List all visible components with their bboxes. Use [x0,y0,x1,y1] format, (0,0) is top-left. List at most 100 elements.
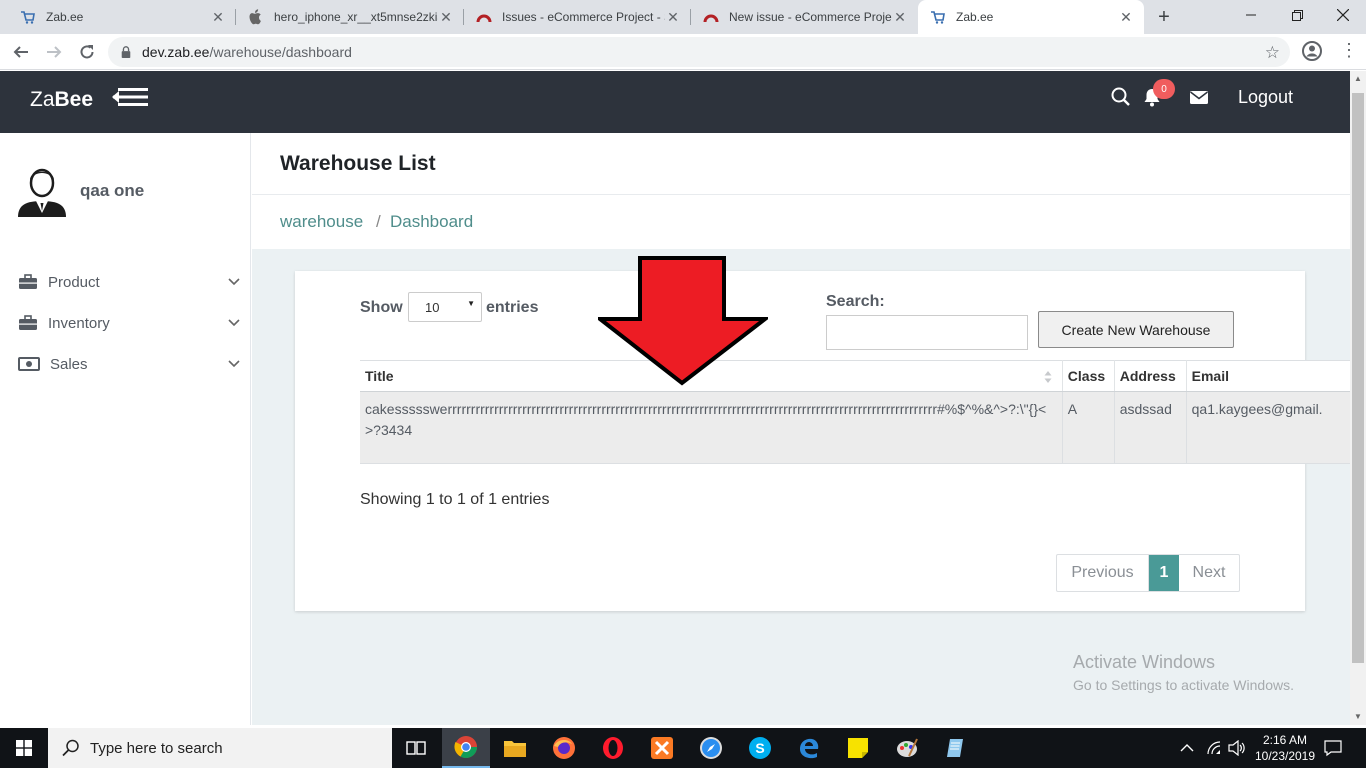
column-header-class[interactable]: Class [1062,360,1115,392]
money-icon [18,357,40,371]
search-icon [62,739,79,757]
tab-close-icon[interactable]: ✕ [892,9,908,26]
network-wifi-icon[interactable] [1206,728,1224,768]
zabee-favicon-icon [930,9,946,25]
clock-time: 2:16 AM [1262,733,1308,747]
brand-logo[interactable]: ZaBee [30,88,93,112]
show-hidden-icons-chevron-icon[interactable] [1180,728,1194,768]
taskbar-search-box[interactable]: Type here to search [48,728,392,768]
browser-tab-active[interactable]: Zab.ee ✕ [918,0,1144,34]
sidebar-toggle-icon[interactable] [110,86,150,108]
column-header-address[interactable]: Address [1114,360,1187,392]
browser-tab[interactable]: Issues - eCommerce Project - S ✕ [464,0,691,34]
lock-icon [121,46,131,58]
watermark-subtitle: Go to Settings to activate Windows. [1073,677,1294,693]
tab-close-icon[interactable]: ✕ [210,9,226,26]
dropdown-caret-icon: ▼ [467,299,475,308]
pagination-next-button[interactable]: Next [1179,555,1239,591]
firefox-icon[interactable] [540,728,588,768]
taskbar-clock[interactable]: 2:16 AM 10/23/2019 [1250,732,1320,764]
chrome-taskbar-icon[interactable] [442,728,490,768]
tab-title: Zab.ee [46,10,84,24]
sidebar-item-sales[interactable]: Sales [18,349,240,379]
tab-close-icon[interactable]: ✕ [1118,9,1134,26]
create-warehouse-button[interactable]: Create New Warehouse [1038,311,1234,348]
browser-tab[interactable]: hero_iphone_xr__xt5mnse2zkia ✕ [236,0,464,34]
chevron-down-icon [228,360,240,368]
page-header: Warehouse List [252,133,1350,195]
scrollbar-thumb[interactable] [1352,93,1364,663]
windows-start-icon[interactable] [0,728,48,768]
pagination-previous-button[interactable]: Previous [1057,555,1149,591]
sticky-notes-icon[interactable] [834,728,882,768]
sidebar-item-inventory[interactable]: Inventory [18,308,240,338]
brand-bold-text: Bee [54,88,94,111]
browser-tab[interactable]: Zab.ee ✕ [8,0,236,34]
page-length-select[interactable]: 10 ▼ [408,292,482,322]
browser-menu-icon[interactable]: ⋮ [1340,40,1358,62]
sidebar-item-label: Product [48,273,100,291]
edge-icon[interactable] [785,728,833,768]
skype-icon[interactable]: S [736,728,784,768]
tab-close-icon[interactable]: ✕ [438,9,454,26]
opera-icon[interactable] [589,728,637,768]
account-icon[interactable] [1301,40,1323,62]
sidebar-item-label: Sales [50,355,88,373]
breadcrumb-separator: / [376,212,381,231]
breadcrumb-warehouse-link[interactable]: warehouse [280,212,363,232]
tab-close-icon[interactable]: ✕ [665,9,681,26]
new-tab-button[interactable]: + [1152,6,1176,28]
sort-icon [1044,371,1052,383]
search-icon[interactable] [1110,86,1132,108]
table-search-input[interactable] [826,315,1028,350]
notepad-icon[interactable] [932,728,980,768]
pagination: Previous 1 Next [1056,554,1240,592]
taskbar-search-placeholder: Type here to search [90,739,223,757]
url-path: /warehouse/dashboard [209,44,352,60]
volume-icon[interactable] [1228,728,1246,768]
maximize-window-icon[interactable] [1274,0,1320,30]
xampp-icon[interactable] [638,728,686,768]
column-header-email[interactable]: Email [1186,360,1366,392]
page-scrollbar[interactable]: ▲ ▼ [1350,71,1366,725]
notification-count-badge: 0 [1153,79,1175,99]
tab-title: Zab.ee [956,10,994,24]
sidebar: qaa one Product Inventory Sales [0,133,251,725]
browser-toolbar: dev.zab.ee/warehouse/dashboard ☆ [0,34,1366,70]
page-length-value: 10 [425,300,440,315]
briefcase-icon [19,315,37,330]
back-arrow-icon[interactable] [9,40,33,64]
browser-tab[interactable]: New issue - eCommerce Projec ✕ [691,0,918,34]
logout-link[interactable]: Logout [1238,87,1293,108]
envelope-icon[interactable] [1188,86,1210,108]
clock-date: 10/23/2019 [1254,749,1316,763]
sidebar-item-product[interactable]: Product [18,267,240,297]
pagination-page-1[interactable]: 1 [1149,555,1179,591]
table-header-row: Title Class Address Email [360,360,1366,392]
svg-text:S: S [755,740,764,756]
scroll-up-icon[interactable]: ▲ [1350,71,1366,87]
brand-light-text: Za [30,88,55,111]
scroll-down-icon[interactable]: ▼ [1350,709,1366,725]
user-avatar [18,168,66,217]
minimize-window-icon[interactable] [1228,0,1274,30]
address-bar[interactable]: dev.zab.ee/warehouse/dashboard ☆ [108,37,1290,67]
bookmark-star-icon[interactable]: ☆ [1265,43,1280,63]
paint-icon[interactable] [883,728,931,768]
url-host: dev.zab.ee [142,44,210,60]
activate-windows-watermark: Activate Windows Go to Settings to activ… [1073,652,1294,693]
task-view-icon[interactable] [392,728,440,768]
reload-icon[interactable] [75,40,99,64]
close-window-icon[interactable] [1320,0,1366,30]
chevron-down-icon [228,278,240,286]
red-arrow-annotation [598,256,768,386]
action-center-icon[interactable] [1324,728,1342,768]
safari-icon[interactable] [687,728,735,768]
file-explorer-icon[interactable] [491,728,539,768]
column-header-label: Title [365,368,394,384]
breadcrumb-dashboard-link[interactable]: Dashboard [390,212,473,232]
breadcrumb: warehouse / Dashboard [252,196,1350,249]
sidebar-item-label: Inventory [48,314,110,332]
table-row[interactable]: cakessssswerrrrrrrrrrrrrrrrrrrrrrrrrrrrr… [360,391,1366,464]
forward-arrow-icon[interactable] [42,40,66,64]
